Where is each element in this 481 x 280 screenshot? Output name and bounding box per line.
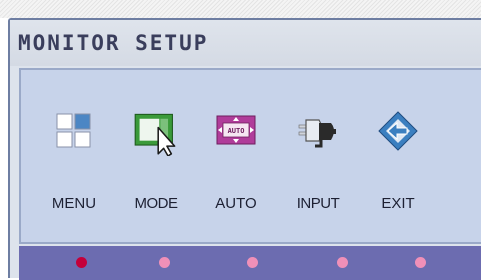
menu-button[interactable]: MENU xyxy=(35,110,113,220)
menu-grid-icon xyxy=(56,113,91,148)
mode-window-cursor-icon xyxy=(134,113,176,156)
input-button[interactable]: INPUT xyxy=(279,110,357,220)
indicator-dot-exit xyxy=(415,257,426,268)
osd-title: MONITOR SETUP xyxy=(18,31,209,55)
indicator-dot-auto xyxy=(247,257,258,268)
auto-label: AUTO xyxy=(215,195,257,212)
exit-button[interactable]: EXIT xyxy=(359,110,437,220)
title-bar: MONITOR SETUP xyxy=(10,20,481,66)
auto-badge-text: AUTO xyxy=(228,127,245,135)
indicator-dot-input xyxy=(337,257,348,268)
monitor-setup-osd: MONITOR SETUP MENU MODE AUTO AUTO INPUT … xyxy=(8,18,481,280)
exit-label: EXIT xyxy=(381,195,415,212)
auto-adjust-icon: AUTO xyxy=(216,115,256,145)
indicator-dot-menu xyxy=(76,257,87,268)
menu-items-panel: MENU MODE AUTO AUTO INPUT EXIT xyxy=(19,68,481,244)
mode-button[interactable]: MODE xyxy=(117,110,195,220)
auto-button[interactable]: AUTO AUTO xyxy=(197,110,275,220)
mode-label: MODE xyxy=(134,195,179,212)
top-strip xyxy=(0,0,481,18)
selection-indicator-bar xyxy=(19,246,481,280)
input-label: INPUT xyxy=(296,195,340,212)
menu-label: MENU xyxy=(51,195,97,212)
input-connector-icon xyxy=(298,119,336,148)
indicator-dot-mode xyxy=(159,257,170,268)
exit-arrow-icon xyxy=(378,111,418,151)
